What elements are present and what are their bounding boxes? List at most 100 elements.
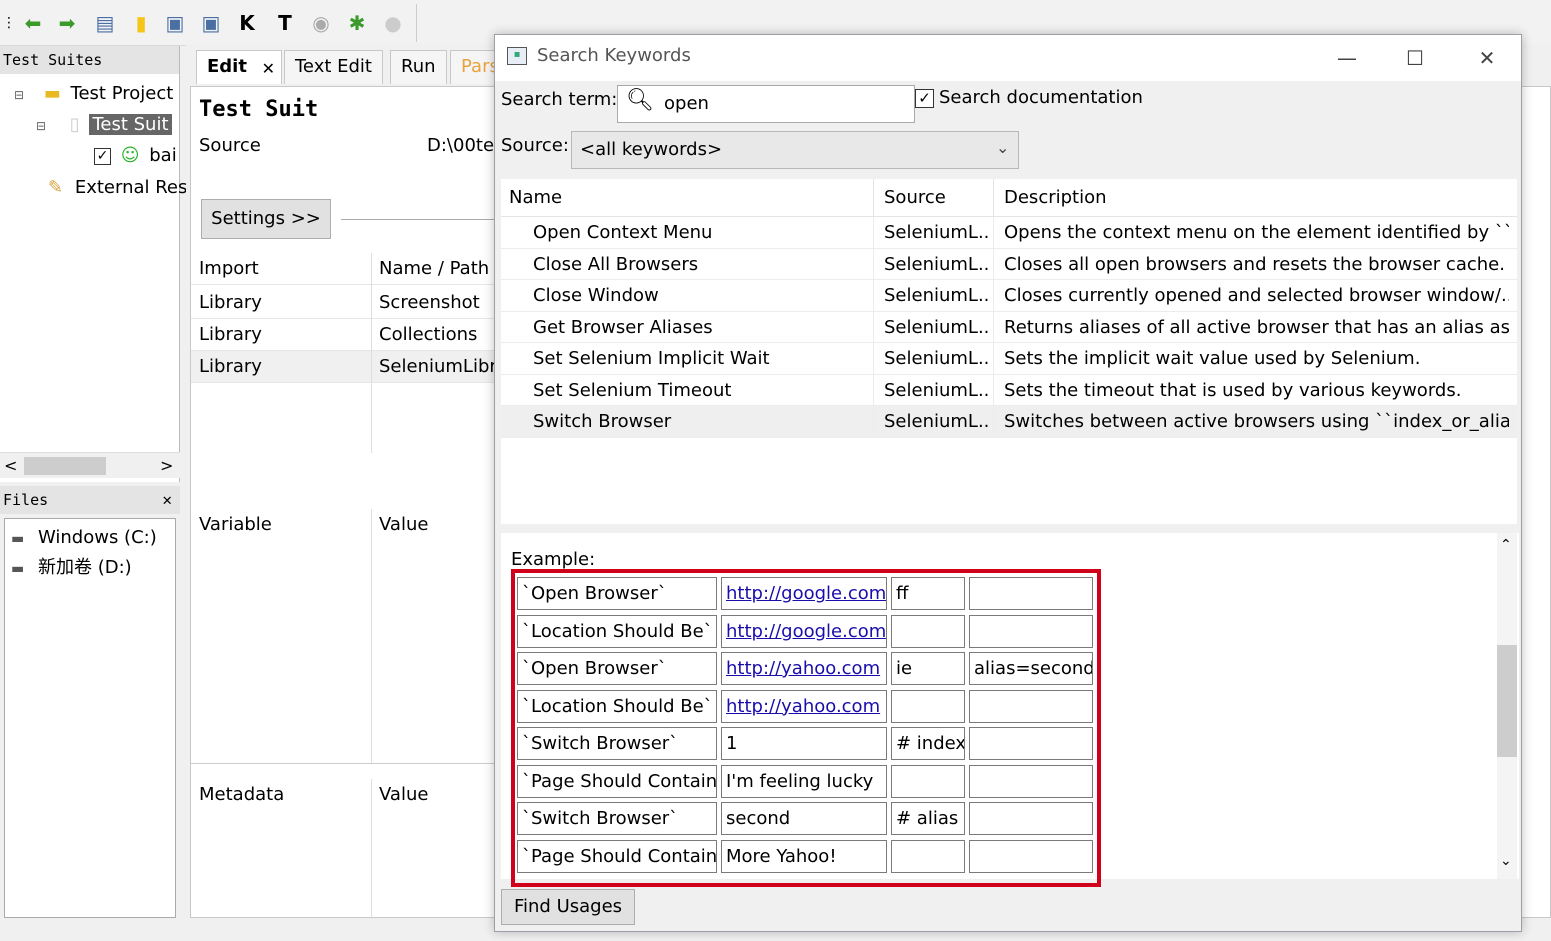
- scroll-right-icon[interactable]: >: [160, 453, 173, 479]
- tab-parser[interactable]: Pars: [450, 50, 500, 84]
- example-cell: `Switch Browser`: [517, 727, 717, 760]
- column-divider: [873, 179, 874, 217]
- import-row[interactable]: Library SeleniumLibrar: [191, 351, 501, 383]
- example-cell: [891, 689, 965, 723]
- stop-icon[interactable]: ●: [380, 10, 406, 36]
- open-icon[interactable]: ▤: [92, 10, 118, 36]
- settings-button[interactable]: Settings >>: [201, 199, 331, 239]
- name-column-header[interactable]: Name: [509, 179, 562, 217]
- example-link[interactable]: http://google.com: [726, 621, 886, 642]
- example-link[interactable]: http://yahoo.com: [726, 696, 880, 717]
- import-name: Screenshot: [379, 292, 480, 313]
- toolbar-grip-icon: ⋮: [2, 15, 16, 31]
- value-col-header: Value: [379, 514, 429, 535]
- chevron-down-icon[interactable]: ⌄: [996, 138, 1009, 157]
- keyword-row[interactable]: Close Window SeleniumL... Closes currently…: [501, 280, 1517, 312]
- search-keywords-dialog: ▪ Search Keywords — ☐ ✕ Search term: 🔍︎ …: [494, 34, 1522, 932]
- keyword-row[interactable]: Get Browser Aliases SeleniumL... Returns a…: [501, 311, 1517, 343]
- column-divider: [873, 217, 874, 248]
- column-divider: [873, 343, 874, 374]
- tree-item-suite[interactable]: ⊟ ▯ Test Suit: [36, 111, 172, 139]
- dialog-titlebar[interactable]: ▪ Search Keywords — ☐ ✕: [495, 35, 1521, 81]
- tab-run[interactable]: Run: [390, 50, 447, 84]
- test-checkbox[interactable]: ✓: [94, 147, 111, 165]
- files-tree: ▬ Windows (C:) ▬ 新加卷 (D:): [4, 518, 176, 918]
- find-usages-button[interactable]: Find Usages: [501, 889, 635, 925]
- tree-item-project[interactable]: ⊟ ▬ Test Project: [14, 80, 173, 108]
- debug-icon[interactable]: ✱: [344, 10, 370, 36]
- keyword-row[interactable]: Set Selenium Implicit Wait SeleniumL... Se…: [501, 343, 1517, 375]
- tab-edit[interactable]: Edit ✕: [196, 50, 282, 84]
- import-icon[interactable]: ▣: [162, 10, 188, 36]
- keyword-source: SeleniumL...: [884, 285, 989, 306]
- suites-horizontal-scrollbar[interactable]: < >: [0, 452, 180, 478]
- example-cell: ff: [891, 577, 965, 610]
- search-input[interactable]: 🔍︎ open: [617, 85, 915, 123]
- section-divider: [191, 763, 501, 764]
- scroll-thumb[interactable]: [24, 457, 106, 475]
- source-column-header[interactable]: Source: [884, 179, 946, 217]
- files-title: Files ✕: [0, 486, 180, 514]
- minimize-icon[interactable]: —: [1327, 41, 1367, 75]
- tree-item-test[interactable]: ✓ ☺ bai: [94, 142, 177, 170]
- test-icon[interactable]: T: [272, 10, 298, 36]
- tab-edit-label: Edit: [207, 56, 247, 77]
- example-cell: second: [721, 802, 887, 835]
- keyword-name: Set Selenium Implicit Wait: [533, 348, 770, 369]
- example-cell: [969, 764, 1093, 798]
- scroll-up-icon[interactable]: ⌃: [1500, 537, 1512, 553]
- example-vertical-scrollbar[interactable]: ⌃ ⌄: [1497, 533, 1517, 879]
- keywords-table: Name Source Description Open Context Men…: [501, 179, 1517, 524]
- example-cell: `Open Browser`: [517, 652, 717, 685]
- keyword-row[interactable]: Close All Browsers SeleniumL... Closes all…: [501, 248, 1517, 280]
- keyword-name: Set Selenium Timeout: [533, 379, 732, 401]
- export-icon[interactable]: ▣: [198, 10, 224, 36]
- keyword-icon[interactable]: K: [234, 10, 260, 36]
- collapse-icon[interactable]: ⊟: [14, 88, 24, 102]
- column-divider: [371, 779, 372, 919]
- files-title-text: Files: [3, 491, 49, 509]
- keyword-name: Get Browser Aliases: [533, 316, 713, 338]
- forward-icon[interactable]: ➡: [54, 10, 80, 36]
- import-name: SeleniumLibrar: [379, 356, 499, 377]
- import-row[interactable]: Library Screenshot: [191, 287, 501, 319]
- source-select[interactable]: <all keywords> ⌄: [571, 131, 1019, 169]
- tab-text-edit[interactable]: Text Edit: [284, 50, 383, 84]
- keyword-row[interactable]: Switch Browser SeleniumL... Switches betwe…: [501, 406, 1517, 438]
- tree-item-external[interactable]: ✎ External Res: [48, 174, 187, 202]
- collapse-icon[interactable]: ⊟: [36, 119, 46, 133]
- tree-label-suite: Test Suit: [89, 114, 172, 135]
- maximize-icon[interactable]: ☐: [1395, 41, 1435, 75]
- description-column-header[interactable]: Description: [1004, 179, 1107, 217]
- scroll-left-icon[interactable]: <: [4, 453, 17, 479]
- drive-label: Windows (C:): [37, 527, 157, 548]
- example-cell: [891, 614, 965, 648]
- tree-label-test: bai: [149, 145, 177, 166]
- example-cell: [969, 727, 1093, 760]
- keyword-description: Switches between active browsers using `…: [1004, 411, 1509, 432]
- scroll-down-icon[interactable]: ⌄: [1500, 853, 1512, 869]
- column-divider: [993, 406, 994, 437]
- example-cell: http://google.com: [721, 577, 887, 610]
- example-cell: `Switch Browser`: [517, 802, 717, 835]
- keyword-source: SeleniumL...: [884, 222, 989, 243]
- drive-item[interactable]: ▬ 新加卷 (D:): [11, 554, 132, 582]
- keyword-description: Sets the timeout that is used by various…: [1004, 379, 1462, 401]
- scroll-thumb[interactable]: [1497, 645, 1517, 757]
- close-icon[interactable]: ✕: [1467, 41, 1507, 75]
- drive-item[interactable]: ▬ Windows (C:): [11, 524, 157, 552]
- import-row[interactable]: Library Collections: [191, 319, 501, 351]
- new-file-icon[interactable]: ▮: [128, 10, 154, 36]
- back-icon[interactable]: ⬅: [20, 10, 46, 36]
- column-divider: [993, 217, 994, 248]
- close-icon[interactable]: ✕: [162, 486, 172, 514]
- keyword-row[interactable]: Open Context Menu SeleniumL... Opens the c…: [501, 217, 1517, 249]
- example-link[interactable]: http://yahoo.com: [726, 658, 880, 679]
- run-icon[interactable]: ◉: [308, 10, 334, 36]
- example-link[interactable]: http://google.com: [726, 583, 886, 604]
- close-tab-icon[interactable]: ✕: [262, 53, 275, 85]
- keyword-row[interactable]: Set Selenium Timeout SeleniumL... Sets the…: [501, 374, 1517, 406]
- import-type: Library: [199, 356, 262, 377]
- metadata-header: Metadata Value: [191, 779, 501, 811]
- search-documentation-checkbox[interactable]: ✓: [915, 89, 934, 108]
